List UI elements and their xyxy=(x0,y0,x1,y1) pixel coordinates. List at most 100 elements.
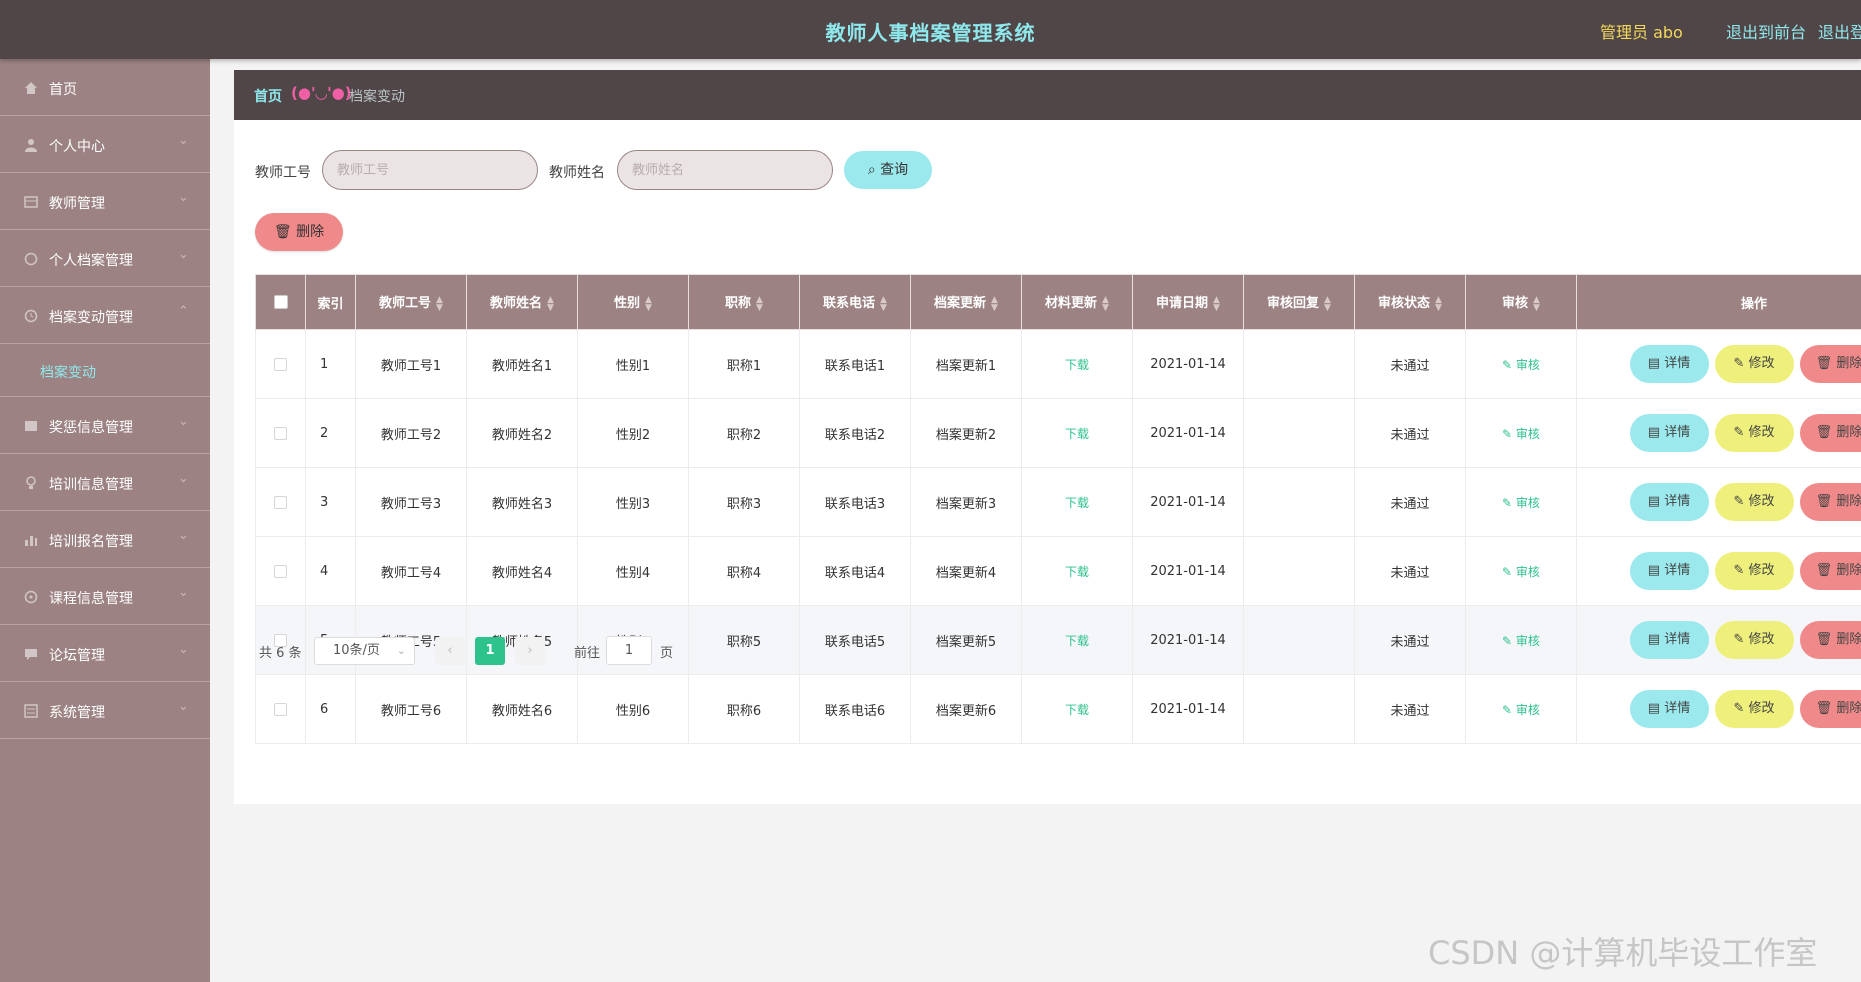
edit-button[interactable]: ✎ 修改 xyxy=(1714,690,1794,728)
sort-icon[interactable]: ▲ ▼ xyxy=(880,295,887,312)
cell-phone: 联系电话6 xyxy=(799,674,911,744)
sort-icon[interactable]: ▲ ▼ xyxy=(756,295,763,312)
chevron-down-icon: ⌄ xyxy=(178,471,189,486)
sidebar-item-archive-change[interactable]: 档案变动管理 ⌃ xyxy=(0,287,210,344)
column-header[interactable]: 审核回复 ▲ ▼ xyxy=(1243,274,1355,330)
page-number-current[interactable]: 1 xyxy=(475,637,505,665)
audit-link[interactable]: ✎ 审核 xyxy=(1502,427,1540,441)
detail-button[interactable]: ▤ 详情 xyxy=(1629,621,1709,659)
chevron-down-icon: ⌄ xyxy=(178,190,189,205)
delete-button[interactable]: 🗑 删除 xyxy=(1799,621,1861,659)
delete-button[interactable]: 🗑 删除 xyxy=(1799,483,1861,521)
row-checkbox[interactable] xyxy=(274,702,287,716)
detail-button[interactable]: ▤ 详情 xyxy=(1629,345,1709,383)
logout-link[interactable]: 退出登录 xyxy=(1818,19,1861,43)
column-header[interactable]: 档案更新 ▲ ▼ xyxy=(910,274,1022,330)
cell-phone: 联系电话1 xyxy=(799,329,911,399)
row-checkbox[interactable] xyxy=(274,357,287,371)
column-header[interactable]: 教师工号 ▲ ▼ xyxy=(355,274,467,330)
sort-icon[interactable]: ▲ ▼ xyxy=(1324,295,1331,312)
sort-icon[interactable]: ▲ ▼ xyxy=(1533,295,1540,312)
detail-button[interactable]: ▤ 详情 xyxy=(1629,690,1709,728)
row-checkbox[interactable] xyxy=(274,564,287,578)
sort-icon[interactable]: ▲ ▼ xyxy=(645,295,652,312)
edit-button[interactable]: ✎ 修改 xyxy=(1714,345,1794,383)
batch-delete-button[interactable]: 🗑 删除 xyxy=(255,213,343,251)
material-download-link[interactable]: 下载 xyxy=(1065,634,1089,648)
prev-page-button[interactable]: ‹ xyxy=(435,637,465,665)
exit-to-front-link[interactable]: 退出到前台 xyxy=(1726,19,1806,43)
sort-icon[interactable]: ▲ ▼ xyxy=(1102,295,1109,312)
chevron-down-icon: ⌄ xyxy=(178,133,189,148)
sidebar-item-home[interactable]: 首页 xyxy=(0,59,210,116)
trash-icon: 🗑 xyxy=(1815,494,1837,509)
audit-link[interactable]: ✎ 审核 xyxy=(1502,358,1540,372)
column-header[interactable]: 审核 ▲ ▼ xyxy=(1465,274,1577,330)
sort-icon[interactable]: ▲ ▼ xyxy=(991,295,998,312)
material-download-link[interactable]: 下载 xyxy=(1065,358,1089,372)
sidebar-item-personal-archive[interactable]: 个人档案管理 ⌄ xyxy=(0,230,210,287)
admin-name: 管理员 abo xyxy=(1600,23,1683,42)
select-all-checkbox[interactable] xyxy=(273,295,288,309)
goto-page-input[interactable] xyxy=(606,636,652,665)
column-header[interactable]: 职称 ▲ ▼ xyxy=(688,274,800,330)
material-download-link[interactable]: 下载 xyxy=(1065,703,1089,717)
sort-icon[interactable]: ▲ ▼ xyxy=(436,295,443,312)
delete-button[interactable]: 🗑 删除 xyxy=(1799,345,1861,383)
sidebar-item-personal[interactable]: 个人中心 ⌄ xyxy=(0,116,210,173)
sort-icon[interactable]: ▲ ▼ xyxy=(1435,295,1442,312)
delete-button[interactable]: 🗑 删除 xyxy=(1799,690,1861,728)
pagination-total: 共 6 条 xyxy=(259,646,302,661)
page-size-select[interactable]: 10条/页 ⌄ xyxy=(314,637,415,665)
detail-button[interactable]: ▤ 详情 xyxy=(1629,552,1709,590)
audit-link[interactable]: ✎ 审核 xyxy=(1502,703,1540,717)
detail-button[interactable]: ▤ 详情 xyxy=(1629,414,1709,452)
sidebar-item-training-signup[interactable]: 培训报名管理 ⌄ xyxy=(0,511,210,568)
sidebar-item-training-info[interactable]: 培训信息管理 ⌄ xyxy=(0,454,210,511)
cell-apply-date: 2021-01-14 xyxy=(1132,329,1244,399)
sort-icon[interactable]: ▲ ▼ xyxy=(547,295,554,312)
sidebar-item-teachers[interactable]: 教师管理 ⌄ xyxy=(0,173,210,230)
sidebar-subitem-archive-change[interactable]: 档案变动 xyxy=(0,344,210,397)
column-header[interactable]: 性别 ▲ ▼ xyxy=(577,274,689,330)
sidebar-item-system[interactable]: 系统管理 ⌄ xyxy=(0,682,210,739)
cell-teacher-name: 教师姓名2 xyxy=(466,398,578,468)
delete-button[interactable]: 🗑 删除 xyxy=(1799,552,1861,590)
teacher-no-input[interactable] xyxy=(322,150,538,190)
delete-button[interactable]: 🗑 删除 xyxy=(1799,414,1861,452)
teacher-name-input[interactable] xyxy=(617,150,833,190)
column-header[interactable]: 材料更新 ▲ ▼ xyxy=(1021,274,1133,330)
sidebar: 首页 个人中心 ⌄ 教师管理 ⌄ 个人档案管理 ⌄ 档案变动管理 ⌃ 档案变动 … xyxy=(0,59,210,982)
material-download-link[interactable]: 下载 xyxy=(1065,427,1089,441)
breadcrumb-home[interactable]: 首页 xyxy=(254,86,282,106)
bulb-icon xyxy=(26,476,36,489)
cell-audit-status: 未通过 xyxy=(1354,329,1466,399)
column-header[interactable]: 审核状态 ▲ ▼ xyxy=(1354,274,1466,330)
cell-audit-reply xyxy=(1243,467,1355,537)
row-checkbox[interactable] xyxy=(274,426,287,440)
column-header[interactable]: 联系电话 ▲ ▼ xyxy=(799,274,911,330)
next-page-button[interactable]: › xyxy=(515,637,545,665)
query-button[interactable]: ⌕ 查询 xyxy=(844,151,932,189)
row-checkbox[interactable] xyxy=(274,495,287,509)
column-header[interactable]: 教师姓名 ▲ ▼ xyxy=(466,274,578,330)
audit-link[interactable]: ✎ 审核 xyxy=(1502,496,1540,510)
table-header-row: 索引 教师工号 ▲ ▼ 教师姓名 ▲ ▼ 性别 ▲ ▼ 职称 ▲ ▼ 联系电话 ▲ ▼ 档案更新 ▲ ▼… xyxy=(255,274,1861,330)
edit-button[interactable]: ✎ 修改 xyxy=(1714,621,1794,659)
sidebar-item-rewards[interactable]: 奖惩信息管理 ⌄ xyxy=(0,397,210,454)
audit-link[interactable]: ✎ 审核 xyxy=(1502,634,1540,648)
edit-button[interactable]: ✎ 修改 xyxy=(1714,483,1794,521)
column-header[interactable]: 申请日期 ▲ ▼ xyxy=(1132,274,1244,330)
material-download-link[interactable]: 下载 xyxy=(1065,496,1089,510)
select-all-header[interactable] xyxy=(255,274,306,330)
sort-icon[interactable]: ▲ ▼ xyxy=(1213,295,1220,312)
edit-button[interactable]: ✎ 修改 xyxy=(1714,552,1794,590)
detail-button[interactable]: ▤ 详情 xyxy=(1629,483,1709,521)
sidebar-item-courses[interactable]: 课程信息管理 ⌄ xyxy=(0,568,210,625)
audit-link[interactable]: ✎ 审核 xyxy=(1502,565,1540,579)
edit-icon: ✎ xyxy=(1502,495,1516,510)
document-icon: ▤ xyxy=(1647,356,1665,371)
sidebar-item-forum[interactable]: 论坛管理 ⌄ xyxy=(0,625,210,682)
edit-button[interactable]: ✎ 修改 xyxy=(1714,414,1794,452)
material-download-link[interactable]: 下载 xyxy=(1065,565,1089,579)
